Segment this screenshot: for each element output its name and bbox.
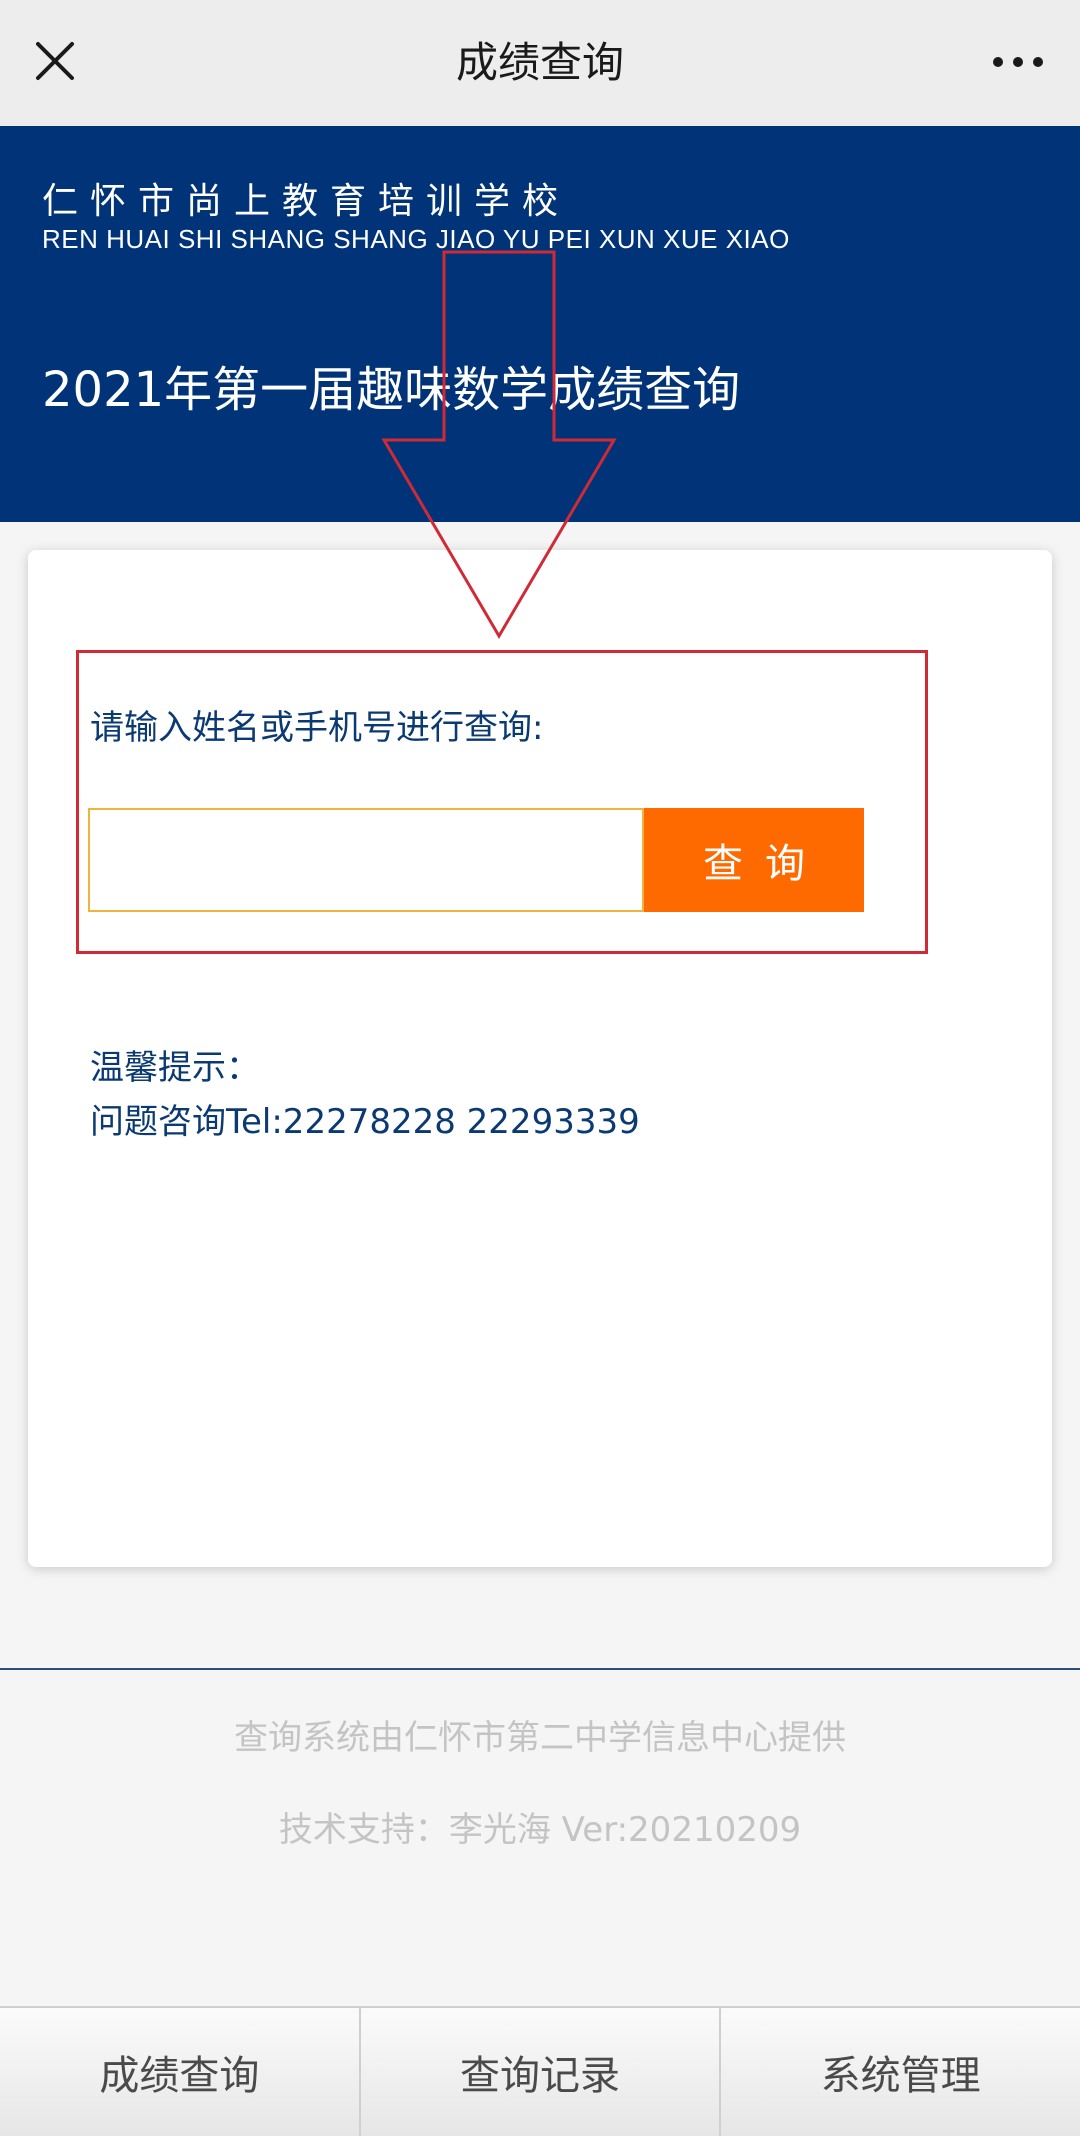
tip-title: 温馨提示： — [90, 1048, 260, 1088]
annotation-arrow-icon — [381, 250, 617, 639]
footer-provider: 查询系统由仁怀市第二中学信息中心提供 — [234, 1718, 846, 1758]
more-icon[interactable] — [986, 44, 1050, 80]
bottom-nav: 成绩查询 查询记录 系统管理 — [0, 2006, 1080, 2136]
page-title: 成绩查询 — [455, 38, 624, 87]
name-or-phone-input[interactable] — [88, 808, 644, 912]
query-button[interactable]: 查询 — [644, 808, 864, 912]
query-prompt: 请输入姓名或手机号进行查询: — [90, 708, 544, 748]
nav-score-query[interactable]: 成绩查询 — [0, 2008, 361, 2136]
school-name: 仁怀市尚上教育培训学校 — [42, 181, 571, 222]
footer-support: 技术支持：李光海 Ver:20210209 — [278, 1810, 802, 1850]
query-card: 请输入姓名或手机号进行查询: 查询 温馨提示： 问题咨询Tel:22278228… — [28, 550, 1052, 1567]
top-bar: 成绩查询 — [0, 0, 1080, 126]
footer-divider — [0, 1668, 1080, 1670]
nav-system-admin[interactable]: 系统管理 — [721, 2008, 1080, 2136]
nav-query-history[interactable]: 查询记录 — [361, 2008, 722, 2136]
tip-phone: 问题咨询Tel:22278228 22293339 — [90, 1102, 640, 1142]
